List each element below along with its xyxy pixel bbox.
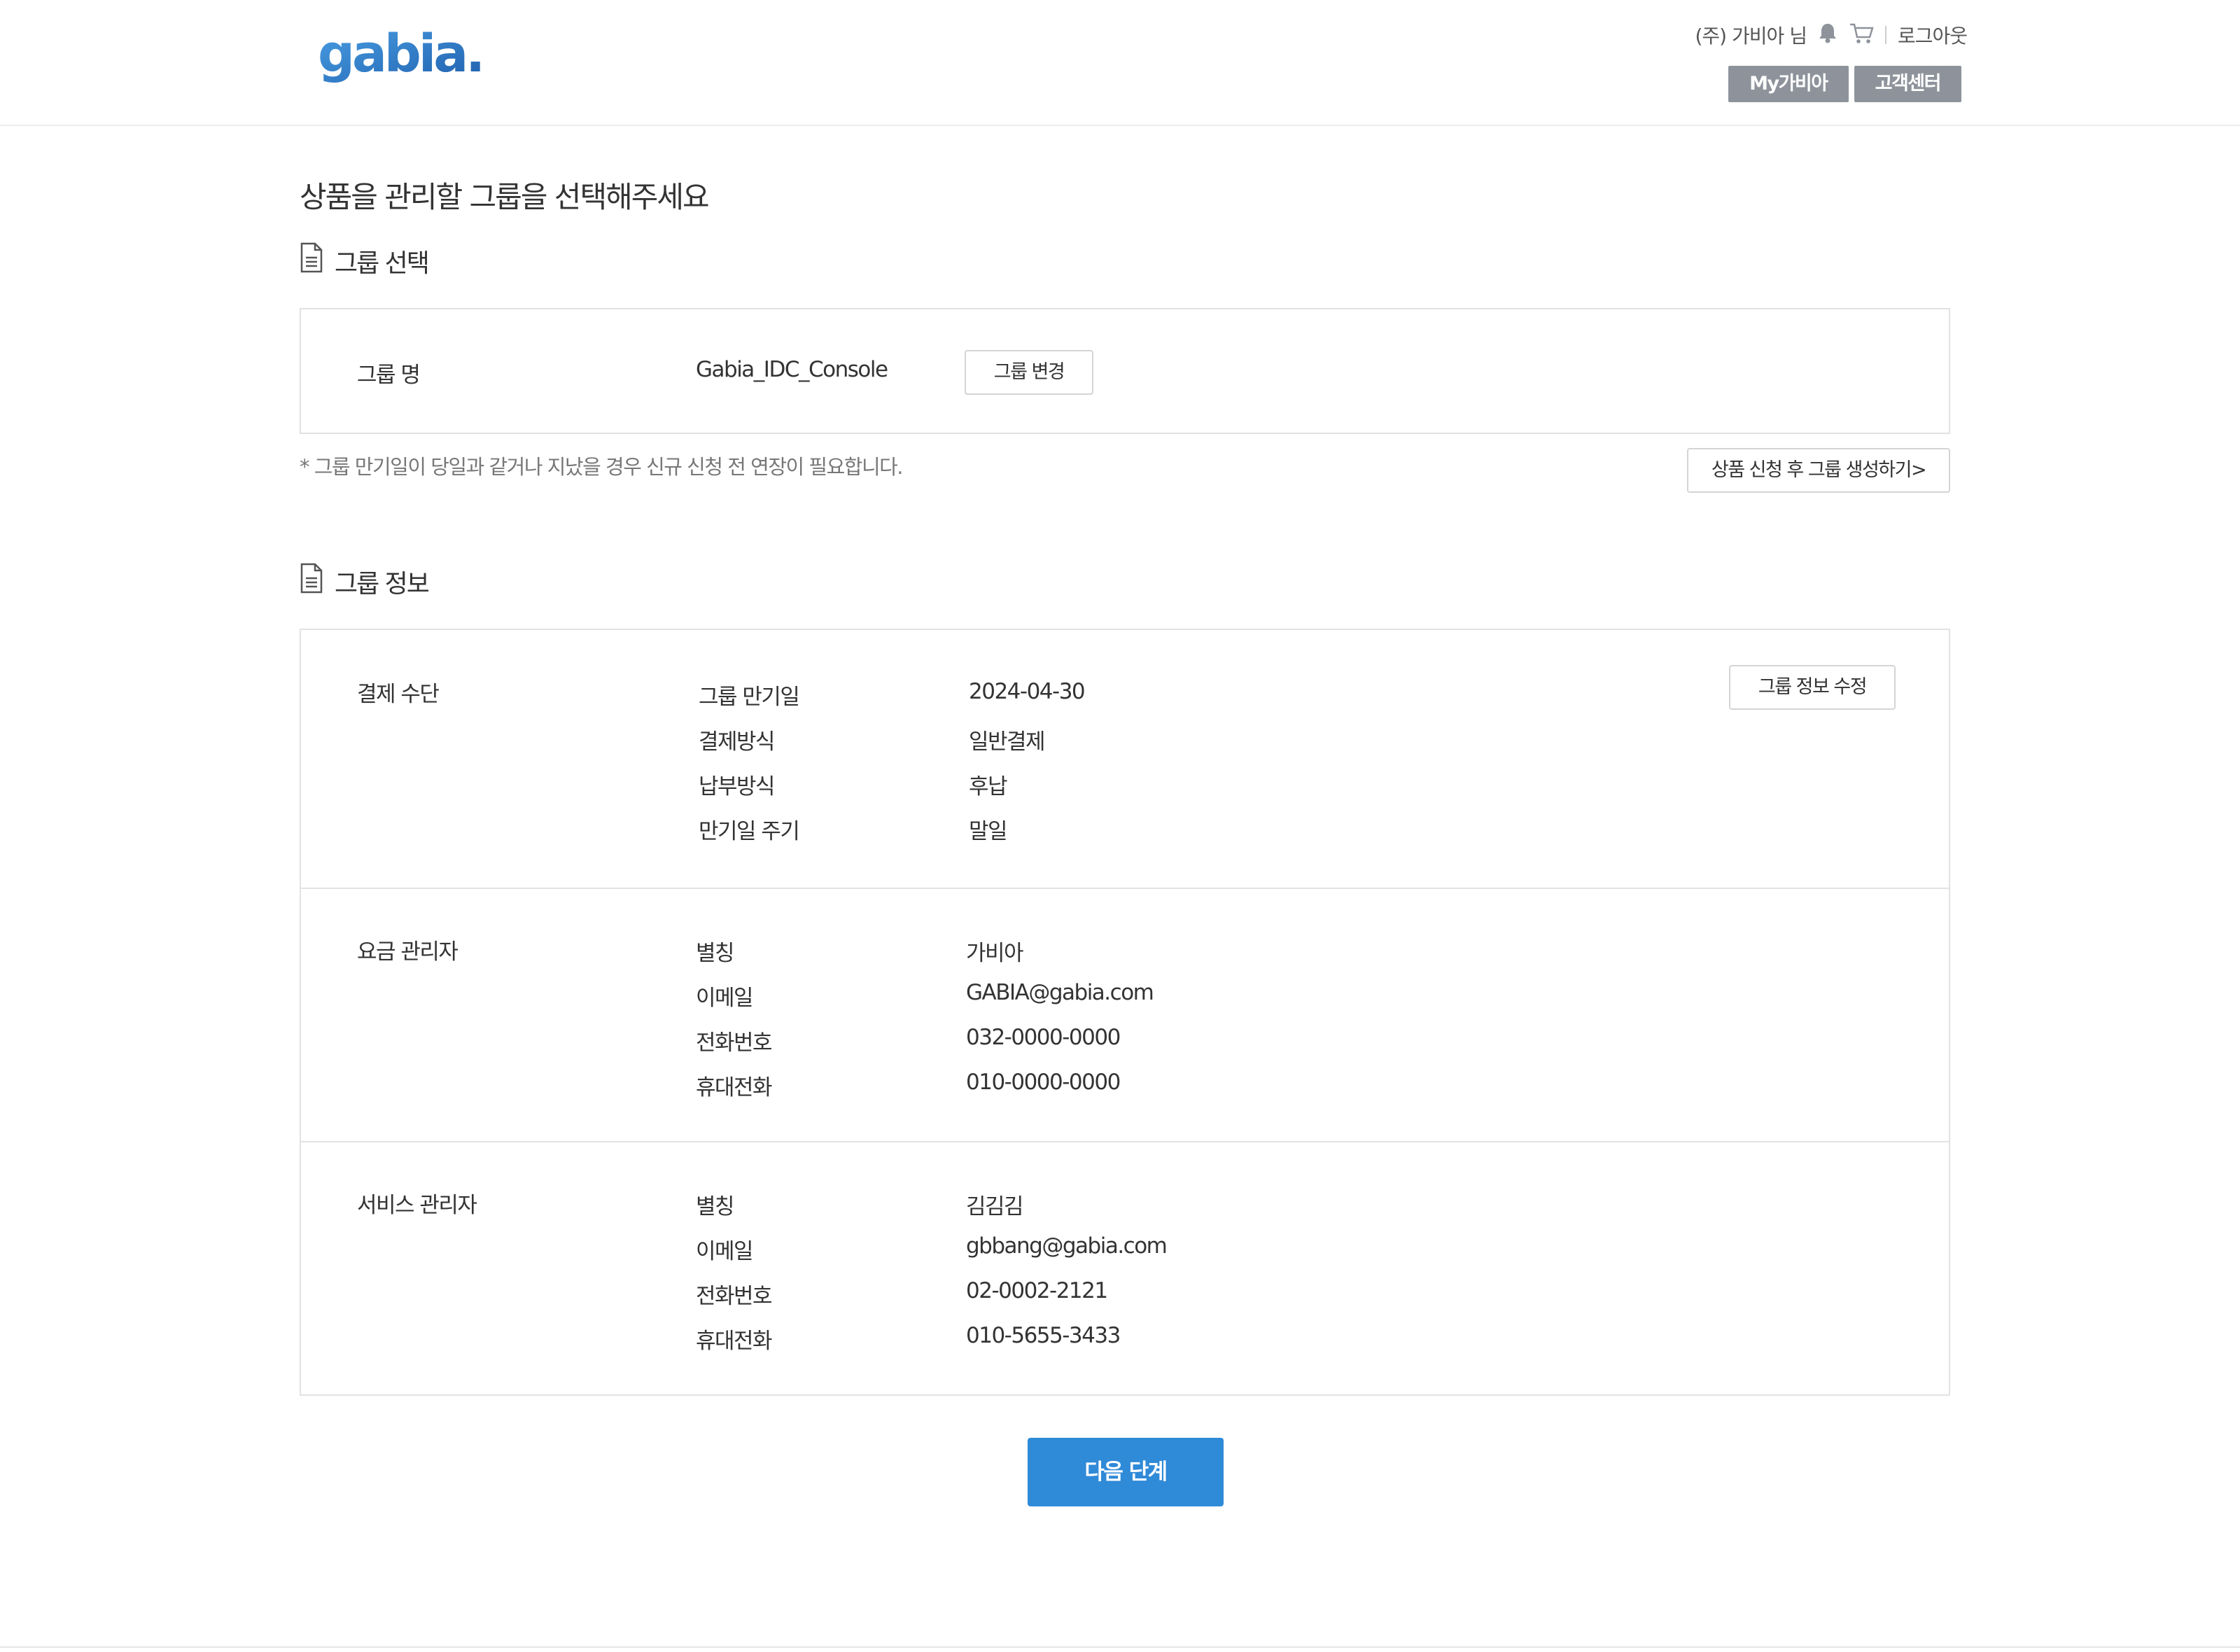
service-mobile-value: 010-5655-3433 <box>966 1323 1121 1348</box>
service-phone-value: 02-0002-2121 <box>966 1278 1108 1303</box>
create-group-after-order-button[interactable]: 상품 신청 후 그룹 생성하기> <box>1687 448 1950 493</box>
service-phone-label: 전화번호 <box>696 1284 773 1309</box>
section-title-group-select: 그룹 선택 <box>300 242 430 279</box>
group-select-box: 그룹 명 Gabia_IDC_Console 그룹 변경 <box>300 308 1950 434</box>
group-name-value: Gabia_IDC_Console <box>696 357 888 382</box>
billing-phone-value: 032-0000-0000 <box>966 1025 1121 1050</box>
payment-type-value: 일반결제 <box>969 729 1046 755</box>
info-divider <box>301 888 1949 889</box>
document-icon <box>300 563 323 600</box>
billing-alias-value: 가비아 <box>966 941 1024 966</box>
group-change-button[interactable]: 그룹 변경 <box>965 350 1093 395</box>
my-gabia-button[interactable]: My가비아 <box>1728 66 1849 102</box>
billing-alias-label: 별칭 <box>696 941 735 966</box>
group-name-label: 그룹 명 <box>357 363 421 388</box>
bell-icon[interactable] <box>1818 22 1837 48</box>
header-buttons: My가비아 고객센터 <box>1728 66 1961 102</box>
expiry-date-value: 2024-04-30 <box>969 679 1086 704</box>
billing-type-label: 납부방식 <box>699 774 776 799</box>
service-alias-value: 김김김 <box>966 1194 1024 1219</box>
logout-link[interactable]: 로그아웃 <box>1898 21 1968 49</box>
expiry-date-label: 그룹 만기일 <box>699 685 800 710</box>
service-email-label: 이메일 <box>696 1239 754 1264</box>
service-manager-title: 서비스 관리자 <box>357 1193 477 1218</box>
top-header: gabia. (주) 가비아 님 로그아웃 My가비아 고객센터 <box>0 0 2240 126</box>
section-title-text: 그룹 선택 <box>335 248 430 278</box>
payment-method-title: 결제 수단 <box>357 682 440 707</box>
service-mobile-label: 휴대전화 <box>696 1329 773 1354</box>
billing-email-label: 이메일 <box>696 986 754 1011</box>
billing-manager-title: 요금 관리자 <box>357 939 458 965</box>
group-info-box: 결제 수단 그룹 정보 수정 그룹 만기일 2024-04-30 결제방식 일반… <box>300 629 1950 1396</box>
expiry-cycle-label: 만기일 주기 <box>699 819 800 844</box>
next-step-button[interactable]: 다음 단계 <box>1028 1438 1224 1506</box>
billing-mobile-label: 휴대전화 <box>696 1075 773 1100</box>
user-name: (주) 가비아 님 <box>1695 24 1807 48</box>
info-divider <box>301 1141 1949 1142</box>
billing-type-value: 후납 <box>969 774 1008 799</box>
billing-email-value: GABIA@gabia.com <box>966 980 1154 1005</box>
user-area: (주) 가비아 님 로그아웃 <box>1695 21 1968 49</box>
gabia-logo-mark: gabia. <box>318 24 485 84</box>
group-expiry-note: * 그룹 만기일이 당일과 같거나 지났을 경우 신규 신청 전 연장이 필요합… <box>300 455 904 479</box>
expiry-cycle-value: 말일 <box>969 819 1008 844</box>
section-title-group-info: 그룹 정보 <box>300 563 430 600</box>
page-title: 상품을 관리할 그룹을 선택해주세요 <box>300 180 710 214</box>
logo-text: gabia. <box>318 28 482 84</box>
billing-mobile-value: 010-0000-0000 <box>966 1070 1121 1095</box>
billing-phone-label: 전화번호 <box>696 1030 773 1056</box>
payment-type-label: 결제방식 <box>699 729 776 755</box>
group-info-edit-button[interactable]: 그룹 정보 수정 <box>1729 665 1896 710</box>
gabia-logo[interactable]: gabia. <box>316 24 485 101</box>
cart-icon[interactable] <box>1849 22 1874 49</box>
service-alias-label: 별칭 <box>696 1194 735 1219</box>
document-icon <box>300 242 323 279</box>
service-email-value: gbbang@gabia.com <box>966 1233 1168 1259</box>
section-title-text: 그룹 정보 <box>335 569 430 598</box>
footer-divider <box>0 1646 2240 1648</box>
header-separator <box>1884 26 1886 44</box>
customer-center-button[interactable]: 고객센터 <box>1854 66 1961 102</box>
